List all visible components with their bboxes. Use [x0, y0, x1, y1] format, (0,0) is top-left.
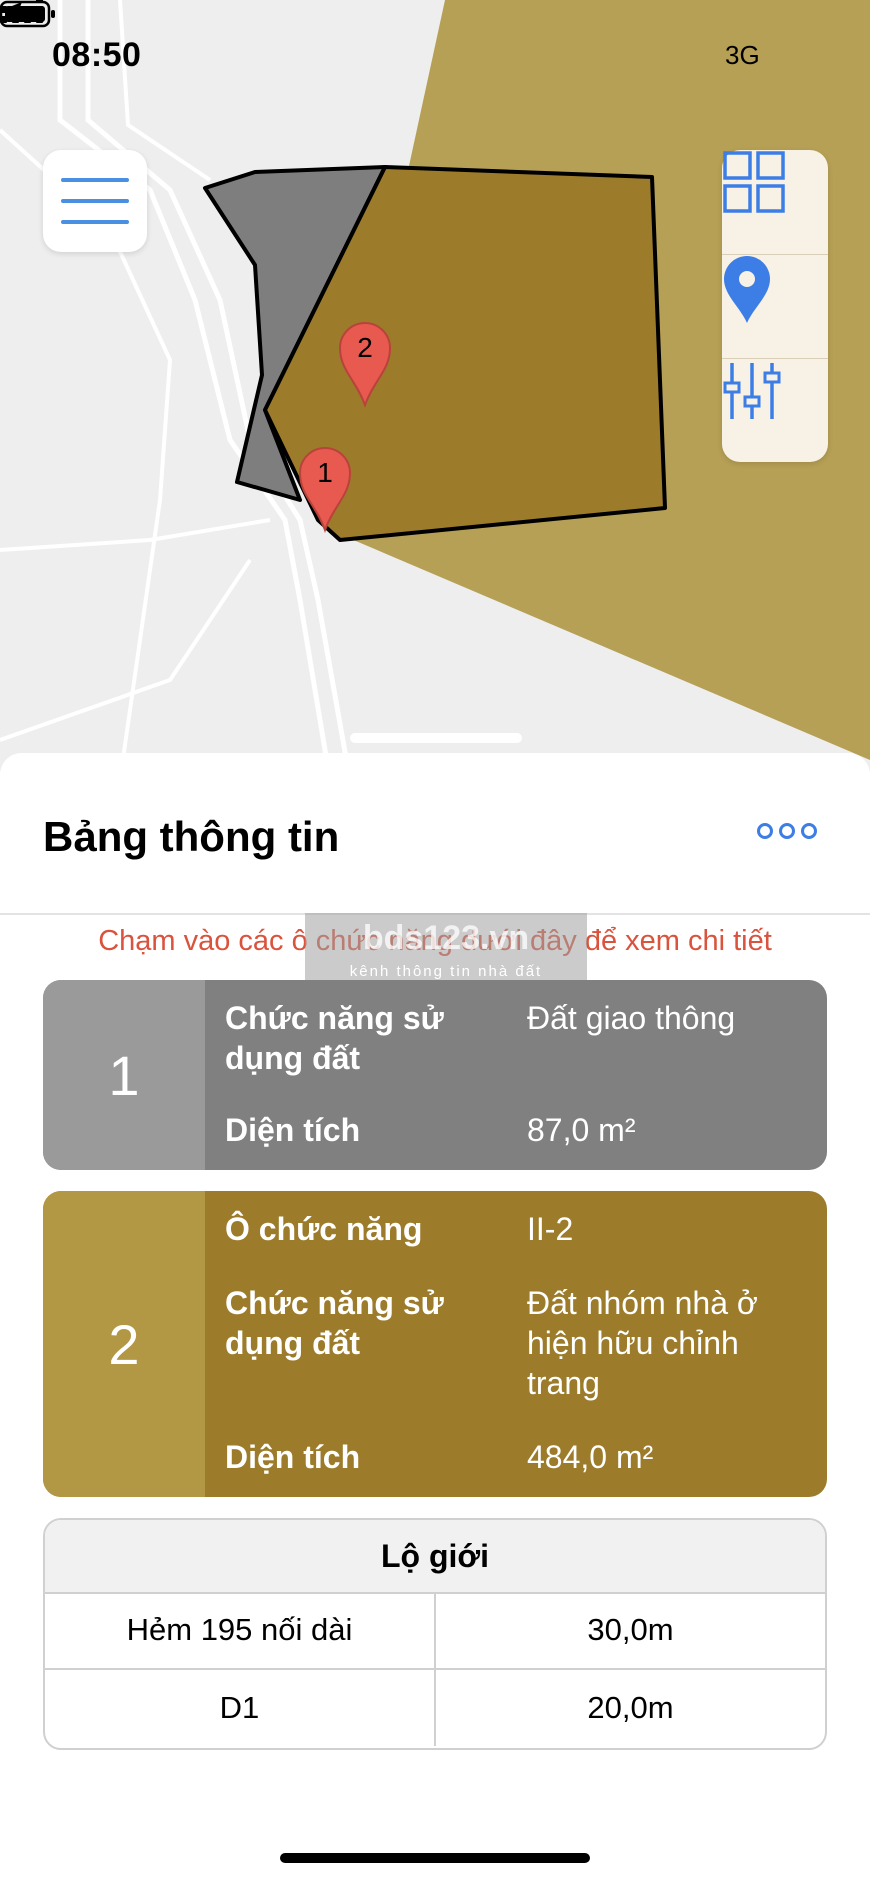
home-indicator[interactable] — [280, 1853, 590, 1863]
network-type: 3G — [725, 40, 760, 70]
road-table-header: Lộ giới — [45, 1520, 825, 1594]
road-width-table: Lộ giới Hẻm 195 nối dài 30,0m D1 20,0m — [43, 1518, 827, 1750]
plot-row-label: Chức năng sử dụng đất — [225, 1000, 444, 1076]
grid-icon — [723, 151, 785, 213]
plot-row-value: 484,0 m² — [527, 1439, 654, 1475]
layers-button[interactable] — [722, 150, 828, 254]
table-row: Hẻm 195 nối dài 30,0m — [45, 1592, 825, 1670]
more-options-button[interactable] — [757, 823, 817, 839]
sheet-title: Bảng thông tin — [43, 813, 340, 860]
plot-card-1[interactable]: 1 Chức năng sử dụng đất Đất giao thông D… — [43, 980, 827, 1170]
status-time: 08:50 — [52, 36, 142, 74]
filter-button[interactable] — [722, 358, 828, 463]
sliders-icon — [723, 363, 781, 419]
plot-row-value: II-2 — [527, 1211, 574, 1247]
plot-row-value: Đất nhóm nhà ở hiện hữu chỉnh trang — [527, 1285, 758, 1401]
sheet-drag-handle[interactable] — [350, 733, 522, 743]
plot-row-value: Đất giao thông — [527, 1000, 736, 1036]
plot-row-label: Chức năng sử dụng đất — [225, 1285, 444, 1361]
road-width: 20,0m — [587, 1690, 674, 1725]
map-marker-1-label: 1 — [317, 457, 333, 488]
my-location-button[interactable] — [722, 254, 828, 359]
menu-button[interactable] — [43, 150, 147, 252]
map-toolbar — [722, 150, 828, 462]
battery-icon — [0, 0, 55, 28]
more-dots-icon — [757, 823, 773, 839]
watermark-sub: kênh thông tin nhà đất — [349, 963, 543, 980]
plot-number: 2 — [43, 1191, 205, 1497]
plot-card-2[interactable]: 2 Ô chức năng II-2 Chức năng sử dụng đất… — [43, 1191, 827, 1497]
table-row: D1 20,0m — [45, 1670, 825, 1746]
info-sheet: Bảng thông tin Chạm vào các ô chức năng … — [0, 753, 870, 1883]
map-view[interactable]: 2 1 08:50 3G — [0, 0, 870, 780]
location-pin-icon — [724, 256, 770, 323]
plot-number: 1 — [43, 980, 205, 1170]
plot-row-label: Diện tích — [225, 1439, 361, 1475]
watermark: bds123.vn kênh thông tin nhà đất — [305, 913, 587, 989]
road-name: D1 — [45, 1670, 436, 1746]
sheet-header: Bảng thông tin — [0, 753, 870, 913]
road-name: Hẻm 195 nối dài — [45, 1592, 436, 1668]
road-width: 30,0m — [587, 1612, 674, 1647]
plot-row-value: 87,0 m² — [527, 1112, 636, 1148]
watermark-main: bds123.vn — [362, 919, 530, 957]
hamburger-icon — [61, 178, 129, 182]
map-marker-2-label: 2 — [357, 332, 373, 363]
plot-row-label: Ô chức năng — [225, 1211, 423, 1247]
status-bar: 08:50 3G — [0, 0, 870, 110]
plot-row-label: Diện tích — [225, 1112, 361, 1148]
